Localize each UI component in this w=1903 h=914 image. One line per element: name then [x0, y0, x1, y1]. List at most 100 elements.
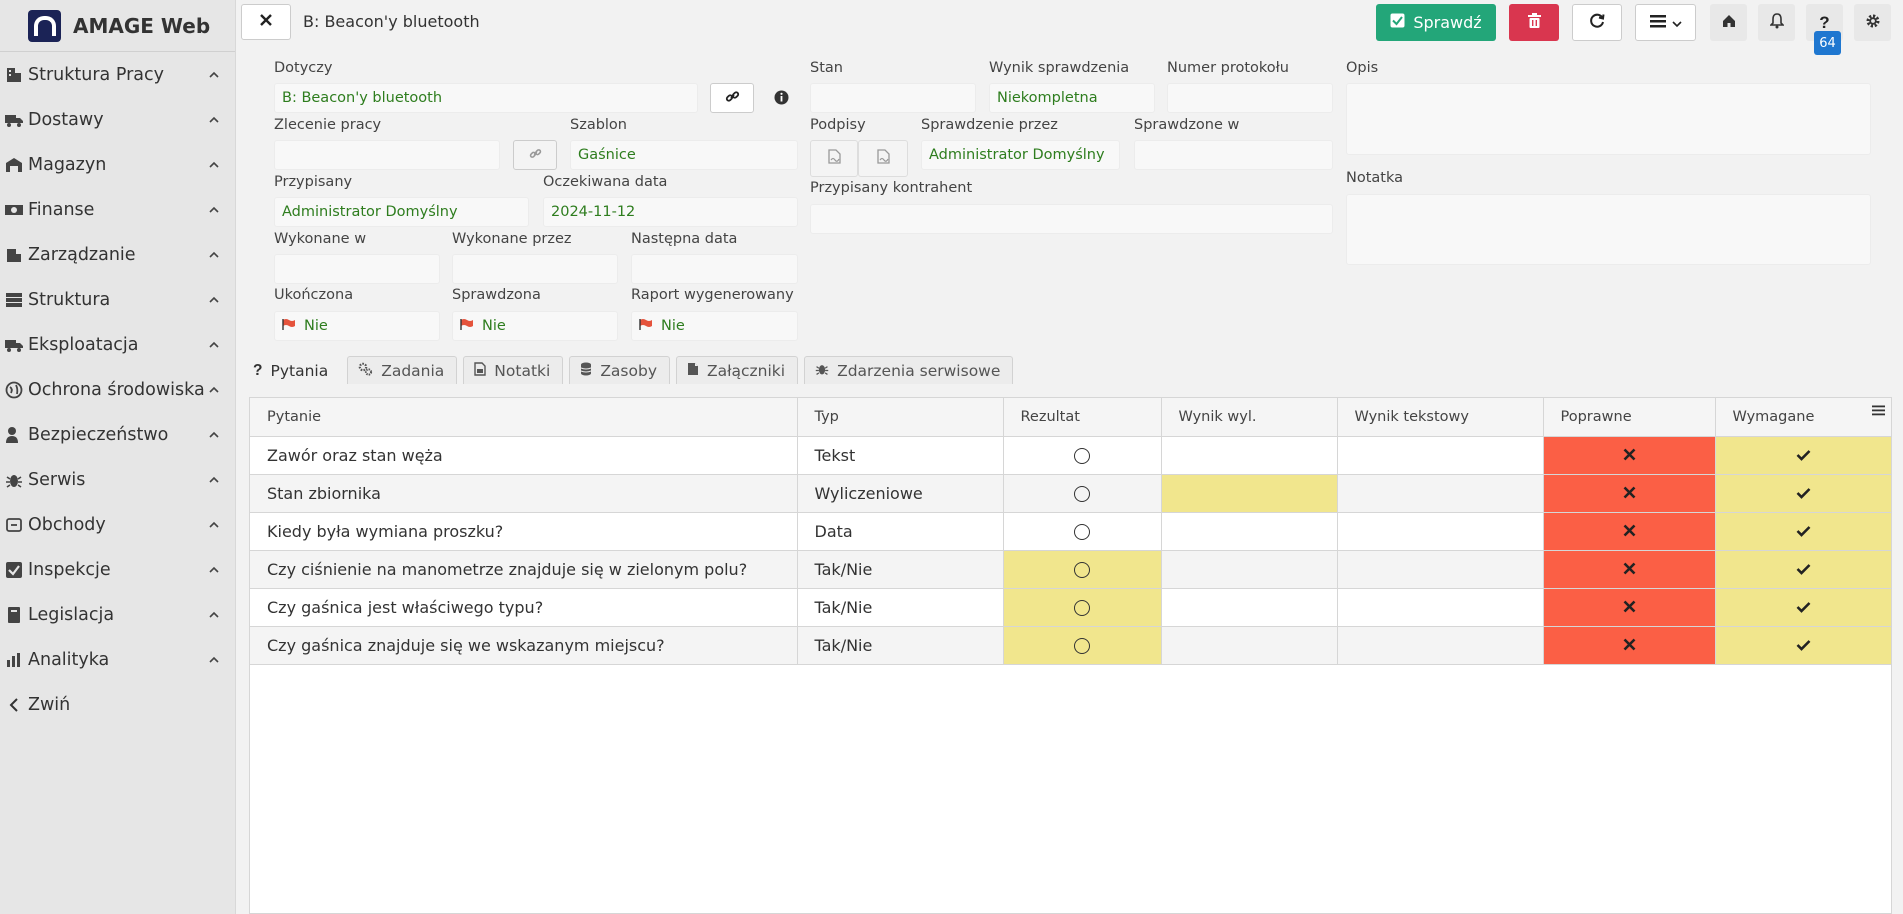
przypisany-field[interactable]: Administrator Domyślny: [274, 197, 529, 227]
cell-rezultat[interactable]: [1003, 436, 1162, 475]
dotyczy-field[interactable]: B: Beacon'y bluetooth: [274, 83, 698, 113]
radio-empty-icon[interactable]: [1074, 448, 1090, 464]
cell-pytanie: Czy gaśnica jest właściwego typu?: [250, 588, 798, 627]
wykonane-przez-field[interactable]: [452, 254, 618, 284]
cell-wynik-wyl[interactable]: [1161, 550, 1338, 589]
cell-wynik-wyl[interactable]: [1161, 626, 1338, 665]
cell-wynik-wyl[interactable]: [1161, 436, 1338, 475]
sidebar-item-obchody[interactable]: Obchody: [0, 502, 235, 547]
close-button[interactable]: [241, 4, 291, 40]
cell-wynik-tekstowy[interactable]: [1337, 474, 1544, 513]
delete-button[interactable]: [1509, 4, 1559, 41]
cell-wynik-wyl[interactable]: [1161, 512, 1338, 551]
raport-field[interactable]: Nie: [631, 311, 798, 341]
wynik-field[interactable]: Niekompletna: [989, 83, 1155, 113]
menu-dropdown-button[interactable]: [1635, 4, 1696, 41]
sidebar-collapse[interactable]: Zwiń: [0, 682, 235, 727]
warehouse-icon: [2, 155, 26, 175]
column-menu-button[interactable]: [1865, 398, 1891, 424]
sidebar-item-finanse[interactable]: Finanse: [0, 187, 235, 232]
column-header-rezultat[interactable]: Rezultat: [1003, 398, 1162, 437]
sidebar-item-zarzadzanie[interactable]: Zarządzanie: [0, 232, 235, 277]
tab-notatki[interactable]: Notatki: [463, 356, 564, 384]
sprawdzenie-przez-field[interactable]: Administrator Domyślny: [921, 140, 1120, 170]
szablon-label: Szablon: [570, 117, 627, 133]
notatka-field[interactable]: [1346, 194, 1871, 265]
table-row[interactable]: Czy gaśnica jest właściwego typu? Tak/Ni…: [250, 588, 1892, 627]
sidebar-item-dostawy[interactable]: Dostawy: [0, 97, 235, 142]
cell-rezultat[interactable]: [1003, 626, 1162, 665]
tab-zadania[interactable]: Zadania: [347, 356, 458, 384]
tab-zdarzenia-serwisowe[interactable]: Zdarzenia serwisowe: [804, 356, 1014, 384]
notifications-button[interactable]: [1758, 4, 1795, 41]
sidebar-item-ochrona-srodowiska[interactable]: Ochrona środowiska: [0, 367, 235, 412]
tab-label: Zdarzenia serwisowe: [837, 361, 1001, 380]
tab-zasoby[interactable]: Zasoby: [569, 356, 670, 384]
radio-empty-icon[interactable]: [1074, 600, 1090, 616]
szablon-field[interactable]: Gaśnice: [570, 140, 798, 170]
nastepna-field[interactable]: [631, 254, 798, 284]
cell-wynik-tekstowy[interactable]: [1337, 550, 1544, 589]
table-row[interactable]: Czy gaśnica znajduje się we wskazanym mi…: [250, 626, 1892, 665]
sprawdzona-field[interactable]: Nie: [452, 311, 618, 341]
cell-wynik-wyl[interactable]: [1161, 474, 1338, 513]
sprawdzenie-przez-label: Sprawdzenie przez: [921, 117, 1058, 133]
column-header-poprawne[interactable]: Poprawne: [1543, 398, 1716, 437]
radio-empty-icon[interactable]: [1074, 638, 1090, 654]
tab-zalaczniki[interactable]: Załączniki: [676, 356, 799, 384]
cell-rezultat[interactable]: [1003, 474, 1162, 513]
home-button[interactable]: [1710, 4, 1747, 41]
cell-wynik-tekstowy[interactable]: [1337, 626, 1544, 665]
radio-empty-icon[interactable]: [1074, 486, 1090, 502]
sidebar-item-eksploatacja[interactable]: Eksploatacja: [0, 322, 235, 367]
sidebar-item-analityka[interactable]: Analityka: [0, 637, 235, 682]
podpisy-label: Podpisy: [810, 117, 866, 133]
file-signature-icon: [876, 149, 890, 168]
table-row[interactable]: Zawór oraz stan węża Tekst: [250, 436, 1892, 475]
wykonane-w-field[interactable]: [274, 254, 440, 284]
ukonczona-field[interactable]: Nie: [274, 311, 440, 341]
numer-field[interactable]: [1167, 83, 1333, 113]
sidebar-item-struktura[interactable]: Struktura: [0, 277, 235, 322]
sidebar-item-legislacja[interactable]: Legislacja: [0, 592, 235, 637]
sidebar-item-struktura-pracy[interactable]: Struktura Pracy: [0, 52, 235, 97]
sidebar-item-serwis[interactable]: Serwis: [0, 457, 235, 502]
radio-empty-icon[interactable]: [1074, 524, 1090, 540]
stan-field[interactable]: [810, 83, 976, 113]
table-row[interactable]: Czy ciśnienie na manometrze znajduje się…: [250, 550, 1892, 589]
kontrahent-field[interactable]: [810, 204, 1333, 234]
sprawdzone-w-field[interactable]: [1134, 140, 1333, 170]
check-button[interactable]: Sprawdź: [1376, 4, 1496, 41]
tab-pytania[interactable]: ? Pytania: [242, 356, 342, 384]
settings-button[interactable]: [1854, 4, 1891, 41]
radio-empty-icon[interactable]: [1074, 562, 1090, 578]
info-icon[interactable]: [774, 90, 789, 109]
cell-rezultat[interactable]: [1003, 512, 1162, 551]
signature-button-2[interactable]: [858, 140, 908, 177]
column-header-typ[interactable]: Typ: [797, 398, 1004, 437]
cell-rezultat[interactable]: [1003, 588, 1162, 627]
sidebar-item-bezpieczenstwo[interactable]: Bezpieczeństwo: [0, 412, 235, 457]
oczekiwana-field[interactable]: 2024-11-12: [543, 197, 798, 227]
zlecenie-field[interactable]: [274, 140, 500, 170]
column-header-pytanie[interactable]: Pytanie: [250, 398, 798, 437]
zlecenie-link-button[interactable]: [513, 140, 557, 170]
cell-rezultat[interactable]: [1003, 550, 1162, 589]
refresh-button[interactable]: [1572, 4, 1622, 41]
sidebar-item-inspekcje[interactable]: Inspekcje: [0, 547, 235, 592]
dotyczy-link-button[interactable]: [710, 83, 754, 113]
column-header-wynik-wyl[interactable]: Wynik wyl.: [1161, 398, 1338, 437]
signature-button-1[interactable]: [810, 140, 858, 177]
table-row[interactable]: Kiedy była wymiana proszku? Data: [250, 512, 1892, 551]
chevron-up-icon: [207, 608, 221, 622]
wykonane-w-label: Wykonane w: [274, 231, 367, 247]
table-row[interactable]: Stan zbiornika Wyliczeniowe: [250, 474, 1892, 513]
column-header-wynik-tekstowy[interactable]: Wynik tekstowy: [1337, 398, 1544, 437]
sidebar-item-magazyn[interactable]: Magazyn: [0, 142, 235, 187]
cell-wynik-wyl[interactable]: [1161, 588, 1338, 627]
cell-wynik-tekstowy[interactable]: [1337, 588, 1544, 627]
cell-wynik-tekstowy[interactable]: [1337, 436, 1544, 475]
opis-field[interactable]: [1346, 83, 1871, 155]
cell-wynik-tekstowy[interactable]: [1337, 512, 1544, 551]
brand[interactable]: AMAGE Web: [0, 0, 235, 52]
